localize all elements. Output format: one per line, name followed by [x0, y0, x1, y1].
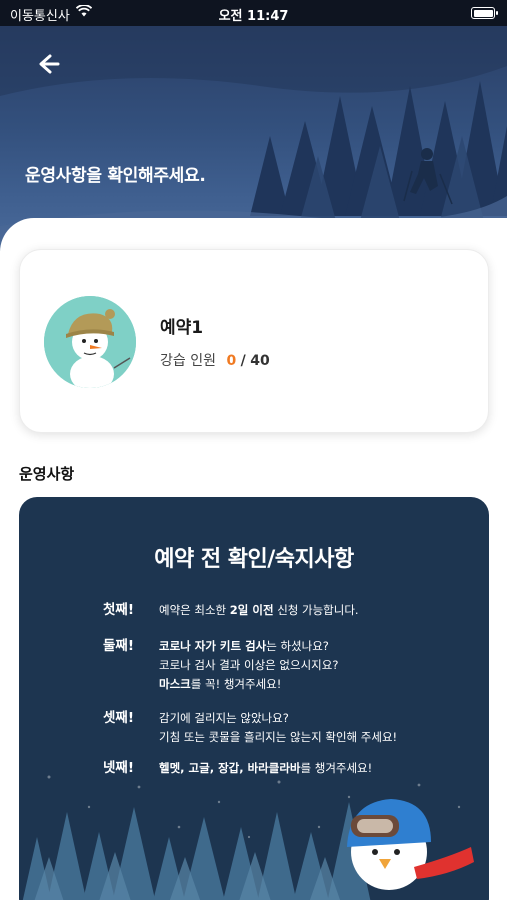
section-title: 운영사항 [19, 465, 75, 483]
snowman-avatar-icon [44, 296, 136, 388]
rule-label: 넷째! [103, 760, 134, 776]
rule-line: 예약은 최소한 2일 이전 신청 가능합니다. [159, 603, 359, 617]
rule-label: 셋째! [103, 710, 134, 726]
back-button[interactable] [30, 48, 66, 80]
rule-label: 첫째! [103, 602, 134, 618]
capacity-current: 0 [226, 353, 237, 369]
rule-line: 마스크를 꼭! 챙겨주세요! [159, 677, 282, 691]
capacity-max: 40 [250, 353, 270, 369]
rule-line: 코로나 검사 결과 이상은 없으시지요? [159, 658, 339, 672]
rule-line: 기침 또는 콧물을 흘리지는 않는지 확인해 주세요! [159, 730, 398, 744]
battery-icon [471, 7, 498, 19]
capacity-separator: / [240, 353, 246, 369]
profile-card: 예약1 강습 인원 0 / 40 [19, 249, 489, 433]
page-title: 운영사항을 확인해주세요. [25, 166, 206, 186]
capacity-row: 강습 인원 0 / 40 [160, 350, 270, 370]
notice-rule-2: 둘째! 코로나 자가 키트 검사는 하셨나요? 코로나 검사 결과 이상은 없으… [103, 637, 338, 694]
status-time: 오전 11:47 [218, 9, 289, 24]
capacity-label: 강습 인원 [160, 353, 216, 369]
notice-rule-4: 넷째! 헬멧, 고글, 장갑, 바라클라바를 챙겨주세요! [103, 759, 372, 778]
notice-rule-1: 첫째! 예약은 최소한 2일 이전 신청 가능합니다. [103, 601, 359, 620]
notice-card: 예약 전 확인/숙지사항 첫째! 예약은 최소한 2일 이전 신청 가능합니다.… [19, 497, 489, 900]
rule-line: 코로나 자가 키트 검사는 하셨나요? [159, 639, 329, 653]
snowman-mascot-icon [347, 799, 474, 890]
arrow-left-icon [39, 54, 60, 74]
reservation-name: 예약1 [160, 318, 204, 338]
notice-rule-3: 셋째! 감기에 걸리지는 않았나요? 기침 또는 콧물을 흘리지는 않는지 확인… [103, 709, 397, 747]
status-bar: 이동통신사 오전 11:47 [0, 0, 507, 26]
avatar [44, 296, 136, 388]
rule-label: 둘째! [103, 638, 134, 654]
notice-title: 예약 전 확인/숙지사항 [146, 541, 362, 576]
rule-line: 감기에 걸리지는 않았나요? [159, 711, 289, 725]
rule-line: 헬멧, 고글, 장갑, 바라클라바를 챙겨주세요! [159, 761, 373, 775]
